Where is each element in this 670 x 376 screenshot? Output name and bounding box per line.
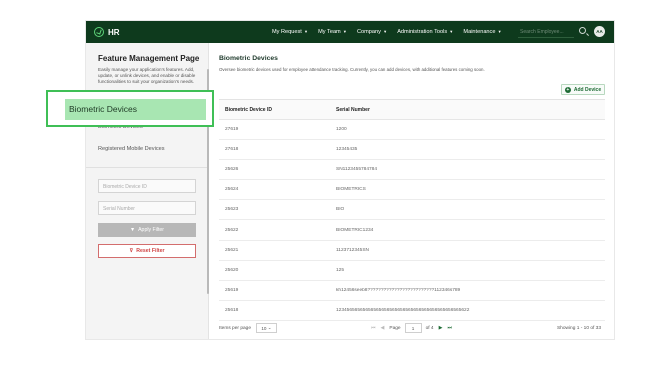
device-id-cell: 27618 (225, 147, 239, 153)
nav-label: My Request (272, 29, 302, 35)
prev-page-icon[interactable]: ◀ (381, 325, 385, 331)
serial-number-cell: BIOMETRICS (336, 187, 366, 193)
serial-number-cell: 1200 (336, 127, 347, 133)
first-page-icon[interactable]: ⏮ (371, 325, 376, 331)
serial-number-cell: SN1123455784784 (336, 167, 377, 173)
table-row[interactable]: 25621 1123712345SN (219, 241, 605, 261)
devices-table: Biometric Device ID Serial Number 27619 1… (219, 99, 605, 321)
items-per-page-value: 10 (261, 325, 267, 331)
highlight-callout: Biometric Devices (46, 90, 214, 127)
page-number-input[interactable]: 1 (404, 323, 422, 333)
nav-label: My Team (318, 29, 341, 35)
items-per-page-label: Items per page (219, 325, 251, 331)
device-id-filter-input[interactable]: Biometric Device ID (98, 179, 196, 193)
device-id-cell: 25623 (225, 207, 239, 213)
serial-number-cell: 12345435 (336, 147, 358, 153)
device-id-cell: 25624 (225, 187, 239, 193)
main-content: Biometric Devices Oversee biometric devi… (219, 43, 614, 339)
table-row[interactable]: 25622 BIOMETRIC1234 (219, 220, 605, 241)
search-icon[interactable] (579, 27, 586, 34)
plus-icon: + (564, 86, 571, 93)
items-per-page-select[interactable]: 10 ⌄ (256, 323, 277, 333)
chevron-down-icon: ▾ (383, 29, 387, 34)
sidebar-divider (86, 167, 208, 168)
nav-label: Maintenance (463, 29, 496, 35)
highlighted-menu-label: Biometric Devices (69, 104, 138, 114)
logo[interactable]: HR (94, 27, 120, 37)
avatar[interactable]: AA (594, 26, 605, 37)
showing-range: Showing 1 - 10 of 33 (556, 325, 601, 331)
table-row[interactable]: 25618 12345656565656565656565656565656565… (219, 301, 605, 321)
serial-number-cell: BIOMETRIC1234 (336, 227, 374, 233)
chevron-down-icon: ▾ (450, 29, 453, 34)
column-header-device-id[interactable]: Biometric Device ID (219, 107, 336, 113)
device-id-cell: 25619 (225, 287, 239, 293)
search-input[interactable]: Search Employee... (518, 27, 574, 38)
add-device-button[interactable]: + Add Device (561, 84, 605, 95)
page-title: Biometric Devices (219, 55, 278, 62)
chevron-down-icon: ▾ (304, 29, 308, 34)
device-id-cell: 25620 (225, 267, 239, 273)
device-id-placeholder: Biometric Device ID (103, 184, 147, 190)
filter-reset-icon: ⊽ (129, 248, 134, 254)
add-device-label: Add Device (573, 86, 602, 93)
table-header: Biometric Device ID Serial Number (219, 100, 605, 120)
nav-my-team[interactable]: My Team ▾ (318, 29, 346, 35)
filter-icon: ▼ (129, 227, 136, 233)
sidebar: Feature Management Page Easily manage yo… (86, 43, 209, 339)
serial-number-filter-input[interactable]: Serial Number (98, 201, 196, 215)
table-row[interactable]: 27619 1200 (219, 120, 605, 141)
serial-number-cell: 1234565656565656565656565656565656565656… (336, 307, 470, 313)
last-page-icon[interactable]: ⏭ (447, 325, 452, 331)
sidebar-description: Easily manage your application's feature… (98, 67, 196, 84)
serial-number-cell: 125 (336, 267, 345, 273)
column-header-serial-number[interactable]: Serial Number (336, 107, 605, 113)
nav-my-request[interactable]: My Request ▾ (272, 29, 307, 35)
apply-filter-button[interactable]: ▼ Apply Filter (98, 223, 196, 237)
apply-label: Apply Filter (138, 227, 165, 233)
nav-maintenance[interactable]: Maintenance ▾ (463, 29, 500, 35)
reset-filter-button[interactable]: ⊽ Reset Filter (98, 244, 196, 258)
device-id-cell: 25621 (225, 247, 239, 253)
sidebar-item-registered-mobile-devices[interactable]: Registered Mobile Devices (98, 146, 196, 152)
table-row[interactable]: 25619 kh12456seeb8???????????????????????… (219, 281, 605, 301)
device-id-cell: 25618 (225, 307, 239, 313)
page-label: Page (389, 325, 401, 331)
logo-icon (94, 27, 104, 37)
nav-company[interactable]: Company ▾ (357, 29, 386, 35)
device-id-cell: 25622 (225, 227, 239, 233)
page-total-label: of 4 (425, 325, 434, 331)
table-row[interactable]: 25620 125 (219, 261, 605, 281)
serial-number-cell: 1123712345SN (336, 247, 369, 253)
table-row[interactable]: 25624 BIOMETRICS (219, 180, 605, 201)
table-row[interactable]: 25623 BIO (219, 200, 605, 221)
device-id-cell: 27619 (225, 127, 239, 133)
logo-text: HR (108, 27, 120, 37)
serial-placeholder: Serial Number (103, 206, 135, 212)
pagination: Items per page 10 ⌄ ⏮ ◀ Page 1 of 4 ▶ ⏭ … (219, 322, 605, 334)
highlighted-menu-item[interactable]: Biometric Devices (65, 99, 206, 120)
serial-number-cell: BIO (336, 207, 345, 213)
chevron-down-icon: ▾ (498, 29, 501, 34)
table-row[interactable]: 25626 SN1123455784784 (219, 160, 605, 181)
page-description: Oversee biometric devices used for emplo… (219, 67, 485, 72)
search-placeholder: Search Employee... (520, 29, 564, 35)
app-window: HR My Request ▾ My Team ▾ Company ▾ Adminis… (86, 21, 614, 339)
page-navigation: ⏮ ◀ Page 1 of 4 ▶ ⏭ (371, 323, 457, 333)
table-row[interactable]: 27618 12345435 (219, 140, 605, 161)
reset-label: Reset Filter (136, 248, 165, 254)
nav-label: Company (356, 29, 381, 35)
nav-administration-tools[interactable]: Administration Tools ▾ (397, 29, 452, 35)
next-page-icon[interactable]: ▶ (439, 325, 443, 331)
nav-label: Administration Tools (397, 29, 448, 35)
chevron-down-icon: ⌄ (267, 325, 272, 330)
chevron-down-icon: ▾ (343, 29, 346, 34)
top-navbar: HR My Request ▾ My Team ▾ Company ▾ Adminis… (86, 21, 614, 43)
serial-number-cell: kh12456seeb8?????????????????????????112… (336, 287, 461, 293)
device-id-cell: 25626 (225, 167, 239, 173)
sidebar-title: Feature Management Page (98, 54, 200, 63)
main-nav: My Request ▾ My Team ▾ Company ▾ Administra… (272, 21, 512, 43)
